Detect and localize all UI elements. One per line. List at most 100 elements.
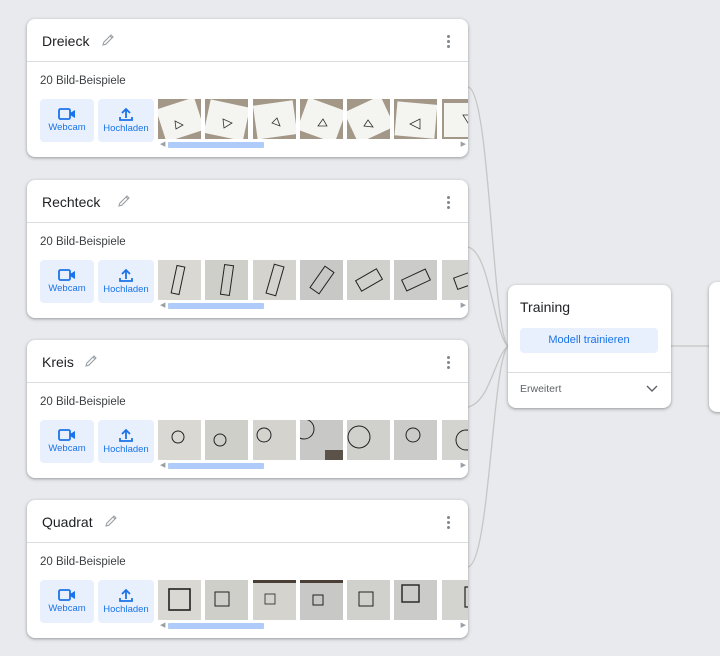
videocam-icon bbox=[58, 589, 75, 601]
class-name[interactable]: Kreis bbox=[42, 354, 74, 371]
class-card-quadrat: Quadrat 20 Bild-Beispiele Webcam Hochlad… bbox=[27, 500, 468, 638]
sample-thumbnail[interactable] bbox=[442, 420, 468, 460]
webcam-button[interactable]: Webcam bbox=[40, 99, 94, 142]
class-card-dreieck: Dreieck 20 Bild-Beispiele Webcam Hochlad… bbox=[27, 19, 468, 157]
more-vert-icon[interactable] bbox=[442, 354, 454, 370]
sample-thumbnail[interactable] bbox=[205, 99, 248, 139]
training-title: Training bbox=[520, 299, 571, 315]
sample-thumbnail[interactable] bbox=[300, 580, 343, 620]
sample-thumbnail[interactable] bbox=[347, 99, 390, 139]
upload-button[interactable]: Hochladen bbox=[98, 420, 154, 463]
scroll-left-icon[interactable]: ◀ bbox=[160, 141, 165, 148]
sample-thumbnail[interactable] bbox=[442, 260, 468, 300]
sample-thumbnail[interactable] bbox=[394, 420, 437, 460]
scrollbar-thumb[interactable] bbox=[168, 623, 264, 629]
sample-thumbnails bbox=[158, 580, 468, 620]
connector-quadrat bbox=[467, 345, 509, 568]
thumbnail-scrollbar[interactable]: ◀ ▶ bbox=[158, 301, 468, 310]
webcam-button[interactable]: Webcam bbox=[40, 420, 94, 463]
scrollbar-thumb[interactable] bbox=[168, 463, 264, 469]
upload-label: Hochladen bbox=[103, 284, 149, 295]
sample-thumbnail[interactable] bbox=[300, 99, 343, 139]
scroll-left-icon[interactable]: ◀ bbox=[160, 302, 165, 309]
sample-thumbnail[interactable] bbox=[300, 420, 343, 460]
scroll-right-icon[interactable]: ▶ bbox=[461, 622, 466, 629]
videocam-icon bbox=[58, 429, 75, 441]
sample-thumbnail[interactable] bbox=[300, 260, 343, 300]
class-name[interactable]: Dreieck bbox=[42, 33, 89, 50]
sample-thumbnail[interactable] bbox=[394, 580, 437, 620]
sample-thumbnail[interactable] bbox=[158, 420, 201, 460]
webcam-label: Webcam bbox=[48, 443, 86, 454]
class-card-header: Dreieck bbox=[27, 19, 468, 62]
thumbnail-scrollbar[interactable]: ◀ ▶ bbox=[158, 621, 468, 630]
pencil-icon[interactable] bbox=[116, 193, 132, 209]
class-name[interactable]: Rechteck bbox=[42, 194, 100, 211]
upload-label: Hochladen bbox=[103, 444, 149, 455]
sample-thumbnail[interactable] bbox=[347, 260, 390, 300]
scroll-right-icon[interactable]: ▶ bbox=[461, 141, 466, 148]
more-vert-icon[interactable] bbox=[442, 194, 454, 210]
class-card-rechteck: Rechteck 20 Bild-Beispiele Webcam Hochla… bbox=[27, 180, 468, 318]
scroll-left-icon[interactable]: ◀ bbox=[160, 622, 165, 629]
sample-thumbnail[interactable] bbox=[205, 260, 248, 300]
advanced-label[interactable]: Erweitert bbox=[520, 383, 561, 395]
sample-thumbnail[interactable] bbox=[158, 99, 201, 139]
sample-thumbnail[interactable] bbox=[253, 260, 296, 300]
chevron-down-icon[interactable] bbox=[645, 383, 659, 395]
sample-count: 20 Bild-Beispiele bbox=[40, 75, 126, 87]
more-vert-icon[interactable] bbox=[442, 514, 454, 530]
more-vert-icon[interactable] bbox=[442, 33, 454, 49]
pencil-icon[interactable] bbox=[100, 32, 116, 48]
videocam-icon bbox=[58, 108, 75, 120]
scrollbar-thumb[interactable] bbox=[168, 303, 264, 309]
thumbnail-scrollbar[interactable]: ◀ ▶ bbox=[158, 461, 468, 470]
sample-thumbnail[interactable] bbox=[347, 420, 390, 460]
scroll-left-icon[interactable]: ◀ bbox=[160, 462, 165, 469]
sample-thumbnail[interactable] bbox=[158, 580, 201, 620]
thumbnail-scrollbar[interactable]: ◀ ▶ bbox=[158, 140, 468, 149]
scroll-right-icon[interactable]: ▶ bbox=[461, 302, 466, 309]
sample-thumbnail[interactable] bbox=[253, 420, 296, 460]
webcam-button[interactable]: Webcam bbox=[40, 260, 94, 303]
sample-count: 20 Bild-Beispiele bbox=[40, 236, 126, 248]
sample-thumbnail[interactable] bbox=[394, 99, 437, 139]
upload-button[interactable]: Hochladen bbox=[98, 99, 154, 142]
upload-icon bbox=[119, 108, 133, 121]
scroll-right-icon[interactable]: ▶ bbox=[461, 462, 466, 469]
connector-rechteck bbox=[467, 246, 509, 347]
sample-thumbnail[interactable] bbox=[347, 580, 390, 620]
pencil-icon[interactable] bbox=[103, 513, 119, 529]
sample-thumbnail[interactable] bbox=[394, 260, 437, 300]
upload-icon bbox=[119, 269, 133, 282]
class-card-header: Quadrat bbox=[27, 500, 468, 543]
webcam-label: Webcam bbox=[48, 603, 86, 614]
sample-thumbnail[interactable] bbox=[442, 99, 468, 139]
webcam-button[interactable]: Webcam bbox=[40, 580, 94, 623]
class-name[interactable]: Quadrat bbox=[42, 514, 93, 531]
class-card-header: Kreis bbox=[27, 340, 468, 383]
upload-label: Hochladen bbox=[103, 123, 149, 134]
upload-button[interactable]: Hochladen bbox=[98, 580, 154, 623]
scrollbar-thumb[interactable] bbox=[168, 142, 264, 148]
sample-count: 20 Bild-Beispiele bbox=[40, 396, 126, 408]
upload-icon bbox=[119, 589, 133, 602]
sample-thumbnail[interactable] bbox=[205, 580, 248, 620]
sample-thumbnail[interactable] bbox=[442, 580, 468, 620]
webcam-label: Webcam bbox=[48, 283, 86, 294]
sample-thumbnail[interactable] bbox=[253, 580, 296, 620]
class-card-kreis: Kreis 20 Bild-Beispiele Webcam Hochladen bbox=[27, 340, 468, 478]
connector-dreieck bbox=[467, 86, 509, 347]
sample-thumbnail[interactable] bbox=[253, 99, 296, 139]
sample-count: 20 Bild-Beispiele bbox=[40, 556, 126, 568]
train-model-button[interactable]: Modell trainieren bbox=[520, 328, 658, 353]
sample-thumbnail[interactable] bbox=[158, 260, 201, 300]
upload-button[interactable]: Hochladen bbox=[98, 260, 154, 303]
pencil-icon[interactable] bbox=[83, 353, 99, 369]
training-card: Training Modell trainieren Erweitert bbox=[508, 285, 671, 408]
preview-card bbox=[709, 282, 720, 412]
sample-thumbnail[interactable] bbox=[205, 420, 248, 460]
upload-icon bbox=[119, 429, 133, 442]
sample-thumbnails bbox=[158, 99, 468, 139]
sample-thumbnails bbox=[158, 420, 468, 460]
